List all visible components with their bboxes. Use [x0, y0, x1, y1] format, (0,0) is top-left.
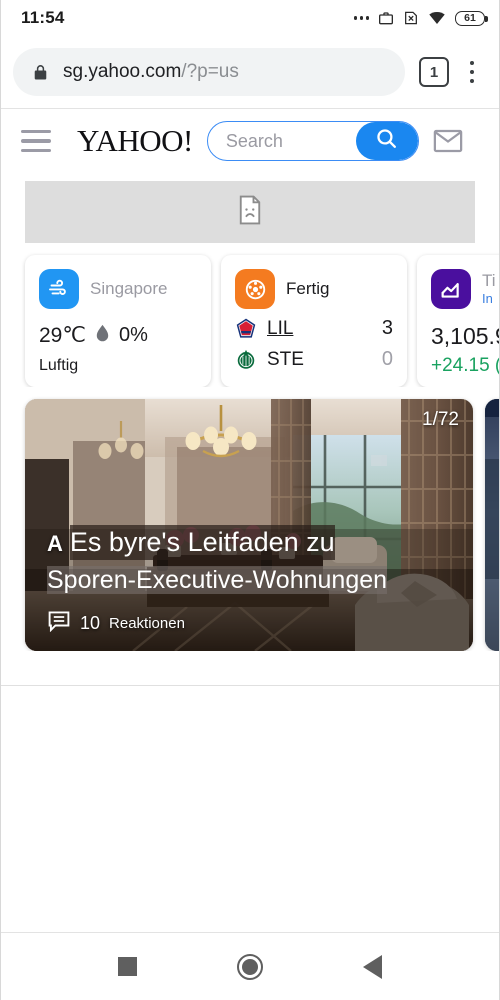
wifi-icon [428, 10, 446, 26]
no-sim-icon [403, 10, 419, 26]
weather-humidity: 0% [118, 324, 148, 346]
comment-icon [47, 610, 71, 637]
status-bar: 11:54 61 [1, 0, 499, 36]
battery-icon: 61 [455, 10, 488, 26]
team-score-away: 0 [381, 348, 393, 370]
weather-readings: 29℃ 0% [39, 323, 197, 348]
tab-count-label: 1 [429, 63, 439, 81]
battery-level: 61 [464, 12, 476, 24]
phone-screen: 11:54 61 sg.yahoo.com/?p=us 1 YAHOO! Sea… [0, 0, 500, 1000]
news-card[interactable] [485, 399, 499, 651]
page-viewport: YAHOO! Search Singapore 29℃ 0% Luftig Fe… [1, 108, 499, 932]
hamburger-icon[interactable] [21, 129, 61, 153]
weather-card-header: Singapore [39, 269, 197, 309]
yahoo-site-header: YAHOO! [1, 109, 499, 173]
headline-row-1: A Es byre's Leitfaden zu [47, 525, 461, 561]
weather-card[interactable]: Singapore 29℃ 0% Luftig [25, 255, 211, 387]
reactions-row[interactable]: 10 Reaktionen [47, 610, 461, 637]
browser-toolbar: sg.yahoo.com/?p=us 1 [1, 36, 499, 108]
info-cards-carousel[interactable]: Singapore 29℃ 0% Luftig Fertig LIL 3 STE… [1, 243, 499, 387]
sports-team-row: LIL 3 [235, 317, 393, 340]
line-chart-icon [431, 269, 471, 309]
status-icon-tray: 61 [353, 10, 488, 26]
weather-temperature: 29℃ [39, 324, 86, 347]
team-abbr-home: LIL [267, 317, 294, 339]
work-profile-icon [378, 10, 394, 26]
finance-value: 3,105.9 [431, 323, 499, 349]
news-headline-line2: Sporen-Executive-Wohnungen [47, 566, 388, 595]
news-overlay: A Es byre's Leitfaden zu Sporen-Executiv… [25, 525, 473, 651]
soccer-ball-icon [235, 269, 275, 309]
news-card[interactable]: 1/72 A Es byre's Leitfaden zu Sporen-Exe… [25, 399, 473, 651]
sports-team-row: STE 0 [235, 348, 393, 371]
recents-square-icon[interactable] [118, 957, 137, 976]
broken-image-placeholder [25, 181, 475, 243]
saint-etienne-crest-icon [235, 349, 257, 371]
sports-status: Fertig [286, 279, 330, 298]
news-carousel[interactable]: 1/72 A Es byre's Leitfaden zu Sporen-Exe… [1, 387, 499, 651]
more-dots-icon [353, 16, 369, 20]
wind-icon [39, 269, 79, 309]
finance-title: Ti [482, 271, 496, 291]
search-icon [374, 126, 399, 156]
kebab-menu-icon[interactable] [455, 52, 489, 92]
water-drop-icon [95, 324, 110, 348]
team-abbr-away: STE [267, 348, 304, 370]
finance-subtitle: In [482, 290, 493, 306]
lock-icon [31, 63, 50, 82]
search-bar[interactable] [206, 121, 419, 161]
image-counter-badge: 1/72 [422, 409, 459, 430]
finance-change: +24.15 ( [431, 355, 499, 376]
lille-crest-icon [235, 318, 257, 340]
url-path: /?p=us [181, 61, 239, 82]
headline-row-2: Sporen-Executive-Wohnungen [47, 564, 461, 598]
finance-titles: Ti In [482, 271, 496, 307]
yahoo-logo[interactable]: YAHOO! [77, 123, 193, 159]
publisher-brandmark: A [47, 531, 63, 557]
status-clock: 11:54 [21, 8, 65, 27]
android-nav-bar [1, 932, 499, 1000]
back-triangle-icon[interactable] [363, 954, 382, 979]
reactions-label: Reaktionen [109, 615, 185, 632]
team-score-home: 3 [381, 317, 393, 339]
news-photo [485, 399, 499, 651]
url-text: sg.yahoo.com/?p=us [63, 61, 239, 83]
news-headline-line1: Es byre's Leitfaden zu [69, 525, 335, 561]
sports-card[interactable]: Fertig LIL 3 STE 0 [221, 255, 407, 387]
address-bar[interactable]: sg.yahoo.com/?p=us [13, 48, 405, 96]
url-host: sg.yahoo.com [63, 61, 182, 82]
home-circle-icon[interactable] [237, 953, 263, 980]
search-button[interactable] [355, 122, 418, 160]
tab-switcher-button[interactable]: 1 [419, 57, 449, 87]
weather-location: Singapore [90, 279, 168, 298]
finance-card-header: Ti In [431, 269, 499, 309]
finance-card[interactable]: Ti In 3,105.9 +24.15 ( [417, 255, 499, 387]
sports-card-header: Fertig [235, 269, 393, 309]
reactions-count: 10 [80, 613, 101, 633]
search-input[interactable] [207, 130, 356, 152]
broken-image-icon [237, 195, 263, 230]
page-section-divider [1, 685, 499, 686]
mail-icon[interactable] [433, 128, 463, 154]
weather-condition: Luftig [39, 357, 79, 374]
